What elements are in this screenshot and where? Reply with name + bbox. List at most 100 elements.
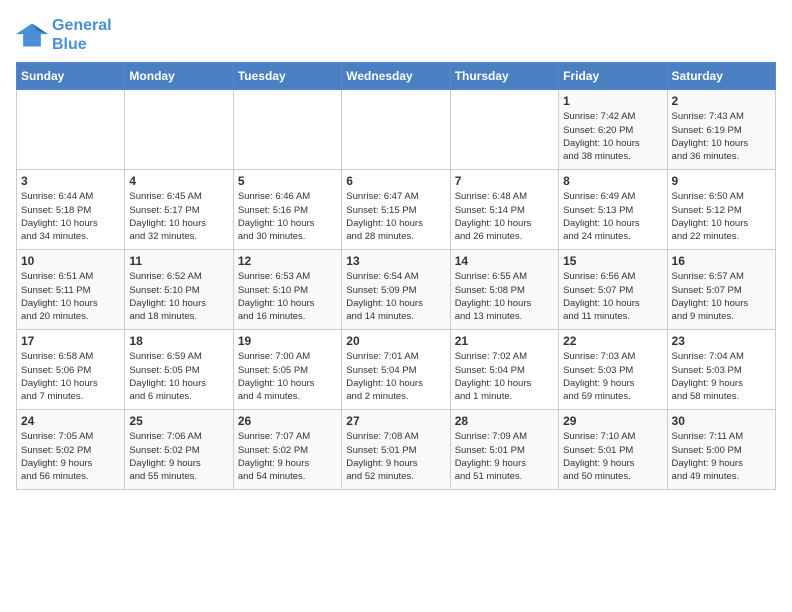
- day-number: 23: [672, 334, 771, 348]
- calendar-cell: 15 Sunrise: 6:56 AM Sunset: 5:07 PM Dayli…: [559, 250, 667, 330]
- header-day: Tuesday: [233, 63, 341, 90]
- day-info: Sunrise: 7:00 AM Sunset: 5:05 PM Dayligh…: [238, 350, 337, 403]
- day-info: Sunrise: 7:08 AM Sunset: 5:01 PM Dayligh…: [346, 430, 445, 483]
- day-info: Sunrise: 7:03 AM Sunset: 5:03 PM Dayligh…: [563, 350, 662, 403]
- calendar-cell: 8 Sunrise: 6:49 AM Sunset: 5:13 PM Daylig…: [559, 170, 667, 250]
- day-info: Sunrise: 7:07 AM Sunset: 5:02 PM Dayligh…: [238, 430, 337, 483]
- day-number: 20: [346, 334, 445, 348]
- calendar-cell: 27 Sunrise: 7:08 AM Sunset: 5:01 PM Dayli…: [342, 410, 450, 490]
- calendar-week-row: 1Sunrise: 7:42 AM Sunset: 6:20 PM Daylig…: [17, 90, 776, 170]
- header-day: Saturday: [667, 63, 775, 90]
- calendar-week-row: 10Sunrise: 6:51 AM Sunset: 5:11 PM Dayli…: [17, 250, 776, 330]
- calendar-cell: [450, 90, 558, 170]
- calendar-table: SundayMondayTuesdayWednesdayThursdayFrid…: [16, 62, 776, 490]
- calendar-cell: 25 Sunrise: 7:06 AM Sunset: 5:02 PM Dayli…: [125, 410, 233, 490]
- day-info: Sunrise: 6:44 AM Sunset: 5:18 PM Dayligh…: [21, 190, 120, 243]
- day-number: 29: [563, 414, 662, 428]
- calendar-cell: 24Sunrise: 7:05 AM Sunset: 5:02 PM Dayli…: [17, 410, 125, 490]
- day-number: 22: [563, 334, 662, 348]
- calendar-cell: 28 Sunrise: 7:09 AM Sunset: 5:01 PM Dayli…: [450, 410, 558, 490]
- calendar-week-row: 3 Sunrise: 6:44 AM Sunset: 5:18 PM Daylig…: [17, 170, 776, 250]
- day-info: Sunrise: 6:53 AM Sunset: 5:10 PM Dayligh…: [238, 270, 337, 323]
- day-info: Sunrise: 6:56 AM Sunset: 5:07 PM Dayligh…: [563, 270, 662, 323]
- day-number: 14: [455, 254, 554, 268]
- calendar-cell: 22 Sunrise: 7:03 AM Sunset: 5:03 PM Dayli…: [559, 330, 667, 410]
- page-header: General Blue: [16, 16, 776, 54]
- calendar-cell: 30Sunrise: 7:11 AM Sunset: 5:00 PM Dayli…: [667, 410, 775, 490]
- day-number: 15: [563, 254, 662, 268]
- day-info: Sunrise: 6:48 AM Sunset: 5:14 PM Dayligh…: [455, 190, 554, 243]
- day-number: 27: [346, 414, 445, 428]
- day-info: Sunrise: 7:01 AM Sunset: 5:04 PM Dayligh…: [346, 350, 445, 403]
- calendar-cell: 29Sunrise: 7:10 AM Sunset: 5:01 PM Dayli…: [559, 410, 667, 490]
- day-number: 30: [672, 414, 771, 428]
- calendar-cell: 17 Sunrise: 6:58 AM Sunset: 5:06 PM Dayli…: [17, 330, 125, 410]
- calendar-cell: 1Sunrise: 7:42 AM Sunset: 6:20 PM Daylig…: [559, 90, 667, 170]
- calendar-cell: [125, 90, 233, 170]
- logo-text: General Blue: [52, 16, 112, 54]
- calendar-cell: 16Sunrise: 6:57 AM Sunset: 5:07 PM Dayli…: [667, 250, 775, 330]
- day-info: Sunrise: 6:46 AM Sunset: 5:16 PM Dayligh…: [238, 190, 337, 243]
- calendar-cell: 4 Sunrise: 6:45 AM Sunset: 5:17 PM Daylig…: [125, 170, 233, 250]
- day-number: 11: [129, 254, 228, 268]
- calendar-cell: [17, 90, 125, 170]
- day-number: 13: [346, 254, 445, 268]
- header-day: Wednesday: [342, 63, 450, 90]
- header-day: Thursday: [450, 63, 558, 90]
- calendar-cell: 7 Sunrise: 6:48 AM Sunset: 5:14 PM Daylig…: [450, 170, 558, 250]
- day-number: 19: [238, 334, 337, 348]
- day-info: Sunrise: 6:45 AM Sunset: 5:17 PM Dayligh…: [129, 190, 228, 243]
- day-info: Sunrise: 7:43 AM Sunset: 6:19 PM Dayligh…: [672, 110, 771, 163]
- day-number: 26: [238, 414, 337, 428]
- day-info: Sunrise: 7:04 AM Sunset: 5:03 PM Dayligh…: [672, 350, 771, 403]
- calendar-cell: 11Sunrise: 6:52 AM Sunset: 5:10 PM Dayli…: [125, 250, 233, 330]
- day-number: 1: [563, 94, 662, 108]
- calendar-cell: 3 Sunrise: 6:44 AM Sunset: 5:18 PM Daylig…: [17, 170, 125, 250]
- calendar-cell: 2 Sunrise: 7:43 AM Sunset: 6:19 PM Daylig…: [667, 90, 775, 170]
- calendar-cell: 23 Sunrise: 7:04 AM Sunset: 5:03 PM Dayli…: [667, 330, 775, 410]
- day-number: 18: [129, 334, 228, 348]
- day-number: 2: [672, 94, 771, 108]
- calendar-cell: 21 Sunrise: 7:02 AM Sunset: 5:04 PM Dayli…: [450, 330, 558, 410]
- day-number: 5: [238, 174, 337, 188]
- calendar-cell: 14Sunrise: 6:55 AM Sunset: 5:08 PM Dayli…: [450, 250, 558, 330]
- day-info: Sunrise: 6:49 AM Sunset: 5:13 PM Dayligh…: [563, 190, 662, 243]
- day-number: 6: [346, 174, 445, 188]
- calendar-cell: 9Sunrise: 6:50 AM Sunset: 5:12 PM Daylig…: [667, 170, 775, 250]
- calendar-cell: 13 Sunrise: 6:54 AM Sunset: 5:09 PM Dayli…: [342, 250, 450, 330]
- day-info: Sunrise: 7:06 AM Sunset: 5:02 PM Dayligh…: [129, 430, 228, 483]
- calendar-cell: 18 Sunrise: 6:59 AM Sunset: 5:05 PM Dayli…: [125, 330, 233, 410]
- calendar-week-row: 17 Sunrise: 6:58 AM Sunset: 5:06 PM Dayli…: [17, 330, 776, 410]
- day-number: 17: [21, 334, 120, 348]
- day-number: 8: [563, 174, 662, 188]
- day-number: 7: [455, 174, 554, 188]
- day-info: Sunrise: 6:57 AM Sunset: 5:07 PM Dayligh…: [672, 270, 771, 323]
- day-info: Sunrise: 6:50 AM Sunset: 5:12 PM Dayligh…: [672, 190, 771, 243]
- calendar-cell: 12 Sunrise: 6:53 AM Sunset: 5:10 PM Dayli…: [233, 250, 341, 330]
- calendar-cell: 19 Sunrise: 7:00 AM Sunset: 5:05 PM Dayli…: [233, 330, 341, 410]
- header-row: SundayMondayTuesdayWednesdayThursdayFrid…: [17, 63, 776, 90]
- day-number: 28: [455, 414, 554, 428]
- calendar-week-row: 24Sunrise: 7:05 AM Sunset: 5:02 PM Dayli…: [17, 410, 776, 490]
- calendar-cell: 6 Sunrise: 6:47 AM Sunset: 5:15 PM Daylig…: [342, 170, 450, 250]
- day-number: 21: [455, 334, 554, 348]
- day-info: Sunrise: 7:09 AM Sunset: 5:01 PM Dayligh…: [455, 430, 554, 483]
- day-number: 3: [21, 174, 120, 188]
- day-info: Sunrise: 6:59 AM Sunset: 5:05 PM Dayligh…: [129, 350, 228, 403]
- day-number: 4: [129, 174, 228, 188]
- day-info: Sunrise: 6:47 AM Sunset: 5:15 PM Dayligh…: [346, 190, 445, 243]
- day-number: 25: [129, 414, 228, 428]
- logo-icon: [16, 21, 48, 49]
- day-number: 24: [21, 414, 120, 428]
- calendar-cell: 10Sunrise: 6:51 AM Sunset: 5:11 PM Dayli…: [17, 250, 125, 330]
- day-info: Sunrise: 6:54 AM Sunset: 5:09 PM Dayligh…: [346, 270, 445, 323]
- day-info: Sunrise: 7:02 AM Sunset: 5:04 PM Dayligh…: [455, 350, 554, 403]
- day-number: 10: [21, 254, 120, 268]
- day-info: Sunrise: 6:58 AM Sunset: 5:06 PM Dayligh…: [21, 350, 120, 403]
- calendar-cell: 20 Sunrise: 7:01 AM Sunset: 5:04 PM Dayli…: [342, 330, 450, 410]
- day-number: 12: [238, 254, 337, 268]
- header-day: Friday: [559, 63, 667, 90]
- header-day: Monday: [125, 63, 233, 90]
- calendar-cell: 5 Sunrise: 6:46 AM Sunset: 5:16 PM Daylig…: [233, 170, 341, 250]
- logo: General Blue: [16, 16, 112, 54]
